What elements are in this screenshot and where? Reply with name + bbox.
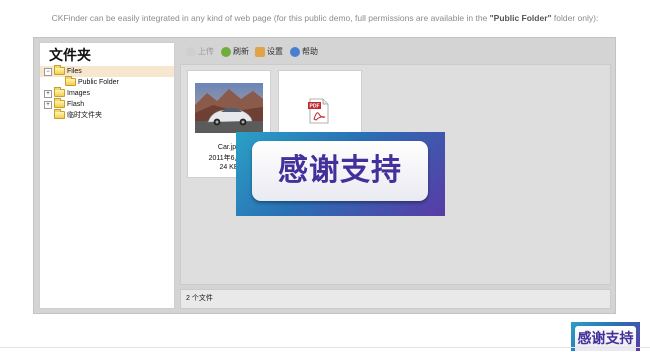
intro-text: CKFinder can be easily integrated in any…: [0, 13, 650, 23]
thanks-banner-text: 感谢支持: [252, 141, 428, 201]
folder-icon: [54, 109, 65, 119]
folder-icon: [54, 87, 65, 97]
tree-node-label: Flash: [67, 101, 85, 108]
tree-node-files[interactable]: − Files: [40, 65, 174, 77]
intro-highlight: "Public Folder": [489, 13, 552, 23]
tree-node-temp-folder[interactable]: 临时文件夹: [40, 109, 174, 121]
expand-toggle[interactable]: +: [44, 101, 52, 109]
toolbar: 上传 刷新 设置 帮助: [180, 42, 611, 62]
thanks-banner: 感谢支持: [236, 132, 445, 216]
folder-icon: [54, 98, 65, 108]
intro-text-after: folder only):: [551, 13, 599, 23]
car-image: [195, 83, 263, 133]
folder-open-icon: [54, 65, 65, 75]
status-bar: 2 个文件: [180, 289, 611, 309]
collapse-toggle[interactable]: −: [44, 68, 52, 76]
intro-text-before: CKFinder can be easily integrated in any…: [51, 13, 490, 23]
folder-panel: 文件夹 − Files Public Folder + Images + Fla…: [39, 42, 175, 309]
footer-divider: [0, 347, 650, 348]
tree-node-label: 临时文件夹: [67, 112, 102, 119]
car-thumbnail: [195, 83, 263, 133]
pdf-icon-label: PDF: [310, 104, 320, 110]
file-count: 2 个文件: [186, 295, 213, 302]
expand-toggle[interactable]: +: [44, 90, 52, 98]
folder-icon: [65, 76, 76, 86]
upload-icon: [186, 47, 196, 57]
folder-tree: − Files Public Folder + Images + Flash 临…: [40, 65, 174, 121]
settings-label: 设置: [267, 47, 283, 56]
tree-node-label: Images: [67, 90, 90, 97]
upload-label: 上传: [198, 47, 214, 56]
settings-icon: [255, 47, 265, 57]
help-icon: [290, 47, 300, 57]
refresh-icon: [221, 47, 231, 57]
pdf-icon: PDF: [308, 98, 329, 124]
help-label: 帮助: [302, 47, 318, 56]
tree-node-label: Public Folder: [78, 79, 119, 86]
refresh-label: 刷新: [233, 47, 249, 56]
folder-panel-title: 文件夹: [49, 48, 91, 64]
